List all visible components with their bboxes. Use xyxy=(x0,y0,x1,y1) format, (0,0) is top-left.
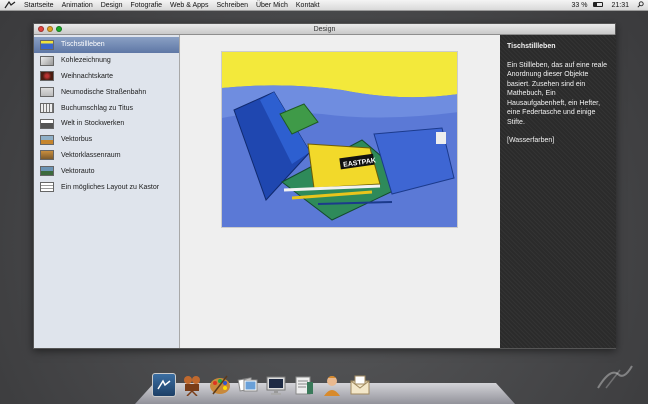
artwork-image[interactable]: EASTPAK xyxy=(221,51,458,228)
design-app-icon[interactable] xyxy=(152,373,176,397)
sidebar-item-label: Vektorklassenraum xyxy=(61,151,121,159)
spotlight-icon[interactable] xyxy=(633,1,648,10)
dock xyxy=(152,373,372,397)
menu-kontakt[interactable]: Kontakt xyxy=(292,0,324,11)
menu-fotografie[interactable]: Fotografie xyxy=(127,0,167,11)
sidebar-item-vektorbus[interactable]: Vektorbus xyxy=(34,132,179,148)
monitor-icon[interactable] xyxy=(264,373,288,397)
sidebar-item-label: Ein mögliches Layout zu Kastor xyxy=(61,183,160,191)
thumbnail-icon xyxy=(40,103,54,114)
project-sidebar: Tischstillleben Kohlezeichnung Weihnacht… xyxy=(34,35,180,348)
thumbnail-icon xyxy=(40,39,54,50)
sidebar-item-vektorklassenraum[interactable]: Vektorklassenraum xyxy=(34,148,179,164)
menu-design[interactable]: Design xyxy=(97,0,127,11)
menu-animation[interactable]: Animation xyxy=(58,0,97,11)
close-window-button[interactable] xyxy=(38,26,44,32)
window-titlebar[interactable]: Design xyxy=(34,24,615,35)
sidebar-item-buchumschlag[interactable]: Buchumschlag zu Titus xyxy=(34,100,179,116)
writing-icon[interactable] xyxy=(292,373,316,397)
watermark-logo-icon xyxy=(596,364,636,392)
sidebar-item-label: Buchumschlag zu Titus xyxy=(61,104,133,112)
thumbnail-icon xyxy=(40,166,54,177)
sidebar-item-label: Vektorauto xyxy=(61,167,95,175)
detail-title: Tischstillleben xyxy=(507,43,556,50)
thumbnail-icon xyxy=(40,71,54,82)
thumbnail-icon xyxy=(40,87,54,98)
menu-bar: Startseite Animation Design Fotografie W… xyxy=(0,0,648,11)
battery-status[interactable]: 33 % xyxy=(564,2,608,9)
sidebar-item-label: Welt in Stockwerken xyxy=(61,120,125,128)
sidebar-item-stockwerke[interactable]: Welt in Stockwerken xyxy=(34,116,179,132)
sidebar-item-label: Neumodische Straßenbahn xyxy=(61,88,147,96)
sidebar-item-label: Kohlezeichnung xyxy=(61,57,111,65)
sidebar-item-kastor-layout[interactable]: Ein mögliches Layout zu Kastor xyxy=(34,179,179,195)
thumbnail-icon xyxy=(40,182,54,193)
logo-icon[interactable] xyxy=(0,0,20,11)
sidebar-item-vektorauto[interactable]: Vektorauto xyxy=(34,163,179,179)
sidebar-item-strassenbahn[interactable]: Neumodische Straßenbahn xyxy=(34,84,179,100)
detail-panel: Tischstillleben Ein Stillleben, das auf … xyxy=(500,35,616,348)
sidebar-item-label: Vektorbus xyxy=(61,136,93,144)
sidebar-item-label: Tischstillleben xyxy=(61,41,105,49)
window-title: Design xyxy=(313,25,336,33)
battery-icon xyxy=(593,2,604,7)
thumbnail-icon xyxy=(40,55,54,66)
palette-icon[interactable] xyxy=(208,373,232,397)
mail-icon[interactable] xyxy=(348,373,372,397)
menu-ueber-mich[interactable]: Über Mich xyxy=(252,0,292,11)
maximize-window-button[interactable] xyxy=(56,26,62,32)
person-icon[interactable] xyxy=(320,373,344,397)
clock[interactable]: 21:31 xyxy=(607,2,633,9)
detail-medium: [Wasserfarben] xyxy=(507,137,555,144)
sidebar-item-kohlezeichnung[interactable]: Kohlezeichnung xyxy=(34,53,179,69)
detail-description: Ein Stillleben, das auf eine reale Anord… xyxy=(507,61,608,126)
minimize-window-button[interactable] xyxy=(47,26,53,32)
menu-schreiben[interactable]: Schreiben xyxy=(212,0,252,11)
still-life-painting: EASTPAK xyxy=(222,52,457,227)
design-window: Design Tischstillleben Kohlezeichnung We… xyxy=(33,23,616,349)
thumbnail-icon xyxy=(40,134,54,145)
sidebar-item-weihnachtskarte[interactable]: Weihnachtskarte xyxy=(34,69,179,85)
photos-icon[interactable] xyxy=(236,373,260,397)
thumbnail-icon xyxy=(40,150,54,161)
thumbnail-icon xyxy=(40,118,54,129)
sidebar-item-tischstillleben[interactable]: Tischstillleben xyxy=(34,37,179,53)
menu-web-apps[interactable]: Web & Apps xyxy=(166,0,212,11)
sidebar-item-label: Weihnachtskarte xyxy=(61,72,114,80)
film-camera-icon[interactable] xyxy=(180,373,204,397)
battery-percent: 33 % xyxy=(571,2,588,9)
menu-startseite[interactable]: Startseite xyxy=(20,0,58,11)
main-content: EASTPAK xyxy=(181,35,500,348)
